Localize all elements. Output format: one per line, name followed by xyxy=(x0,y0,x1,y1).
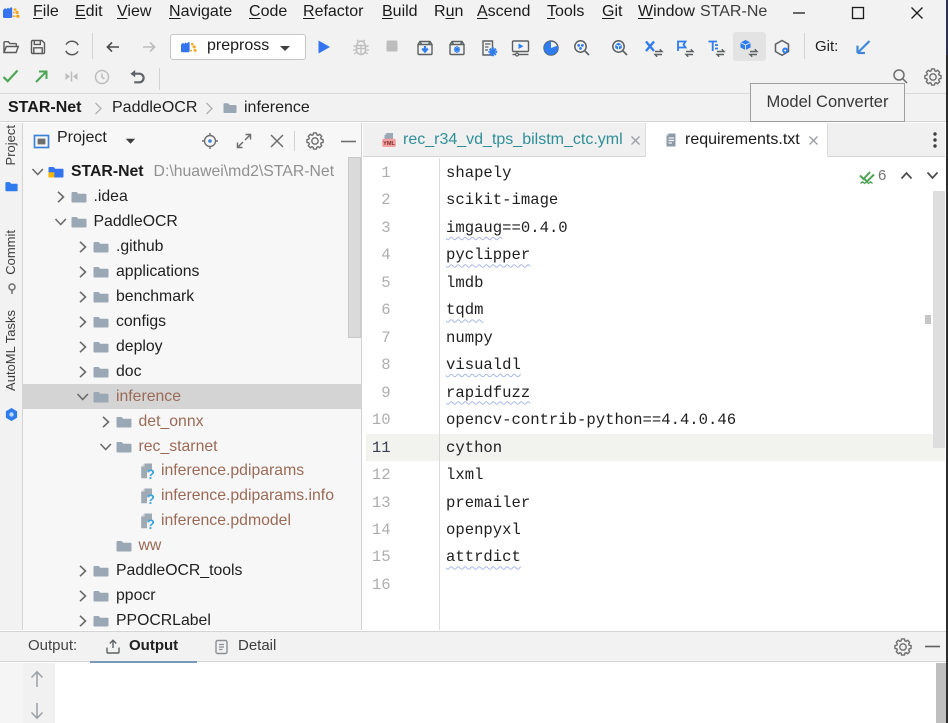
svg-text:YML: YML xyxy=(383,141,395,147)
svg-text:?: ? xyxy=(147,467,155,482)
svg-text:?: ? xyxy=(147,517,155,532)
svg-text:?: ? xyxy=(147,492,155,507)
